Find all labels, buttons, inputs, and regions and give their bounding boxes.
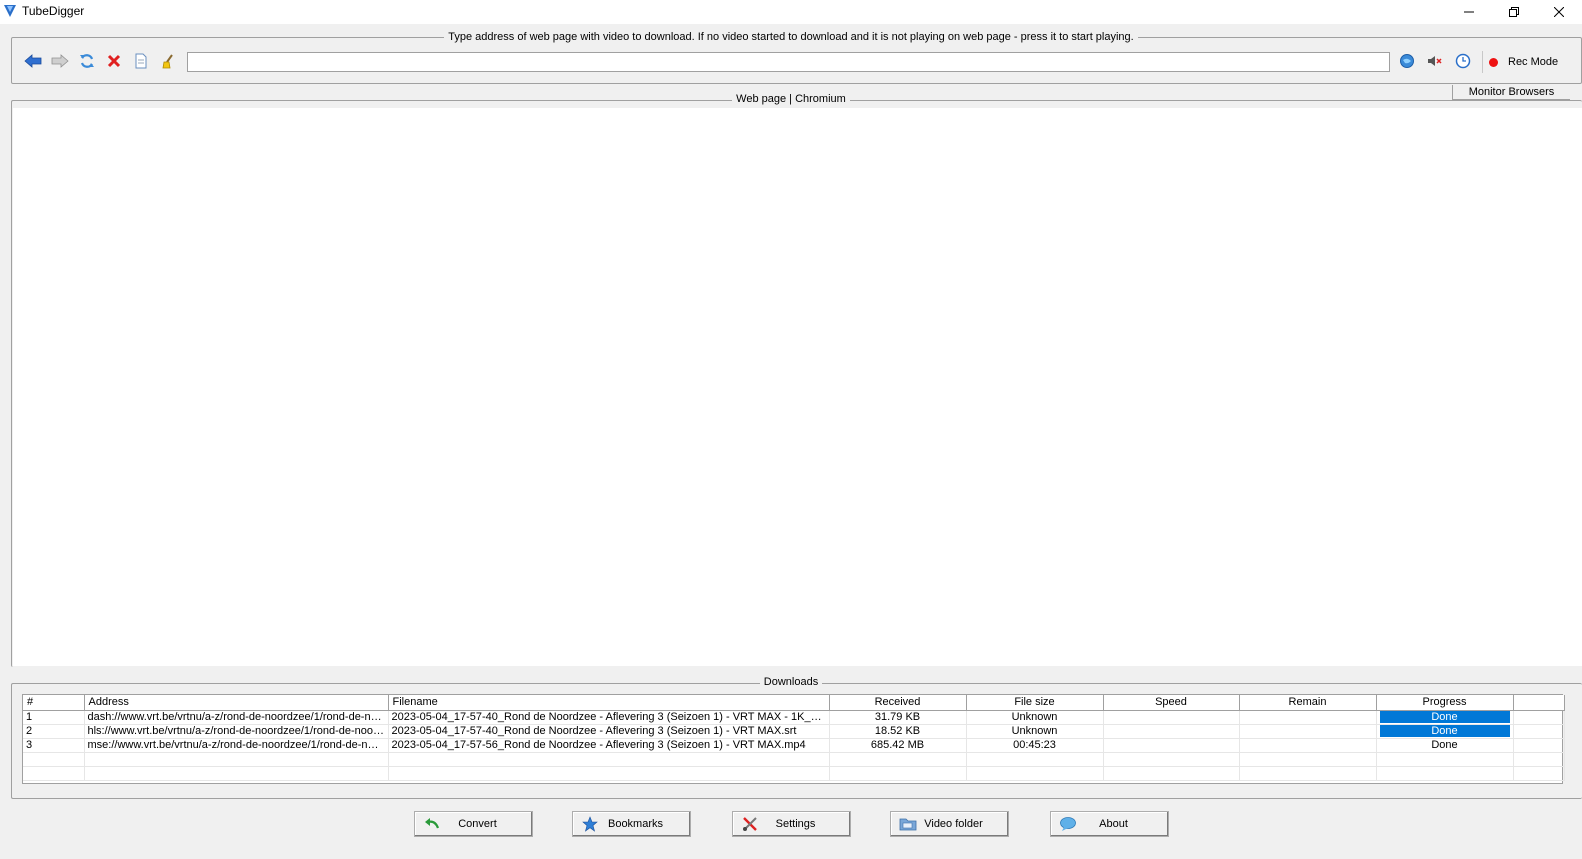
video-folder-label: Video folder: [924, 818, 983, 830]
settings-label: Settings: [775, 818, 816, 830]
monitor-browsers-button[interactable]: Monitor Browsers: [1452, 85, 1570, 100]
cell-filename: 2023-05-04_17-57-56_Rond de Noordzee - A…: [388, 738, 830, 753]
cell-progress: Done: [1376, 724, 1514, 739]
stop-icon[interactable]: [104, 51, 124, 71]
convert-icon: [421, 813, 443, 835]
tools-icon: [739, 813, 761, 835]
progress-text: Done: [1431, 739, 1458, 751]
cell-remain: [1239, 710, 1377, 725]
about-label: About: [1099, 818, 1128, 830]
cell-received: 18.52 KB: [829, 724, 967, 739]
cell-received: 31.79 KB: [829, 710, 967, 725]
convert-button[interactable]: Convert: [414, 811, 533, 837]
cell-filesize: 00:45:23: [966, 738, 1104, 753]
col-header-received[interactable]: Received: [829, 695, 967, 711]
empty-row: [23, 766, 1565, 781]
app-logo-icon: [2, 3, 18, 19]
downloads-table[interactable]: # Address Filename Received File size Sp…: [22, 694, 1565, 784]
cell-filename: 2023-05-04_17-57-40_Rond de Noordzee - A…: [388, 724, 830, 739]
col-header-speed[interactable]: Speed: [1103, 695, 1240, 711]
browser-legend: Web page | Chromium: [732, 93, 850, 105]
cell-address: dash://www.vrt.be/vrtnu/a-z/rond-de-noor…: [84, 710, 389, 725]
refresh-icon[interactable]: [77, 51, 97, 71]
maximize-button[interactable]: [1491, 0, 1537, 24]
folder-icon: [897, 813, 919, 835]
progress-bar: Done: [1379, 711, 1510, 723]
globe-icon[interactable]: [1397, 51, 1417, 71]
rec-mode-label: Rec Mode: [1508, 56, 1559, 68]
record-dot-icon: [1489, 57, 1498, 67]
col-header-filename[interactable]: Filename: [388, 695, 830, 711]
cell-address: mse://www.vrt.be/vrtnu/a-z/rond-de-noord…: [84, 738, 389, 753]
toolbar-legend: Type address of web page with video to d…: [444, 31, 1138, 43]
col-header-address[interactable]: Address: [84, 695, 389, 711]
close-button[interactable]: [1536, 0, 1582, 24]
video-folder-button[interactable]: Video folder: [890, 811, 1009, 837]
clear-icon[interactable]: [158, 51, 178, 71]
cell-speed: [1103, 710, 1240, 725]
convert-label: Convert: [458, 818, 497, 830]
about-button[interactable]: About: [1050, 811, 1169, 837]
cell-num: 2: [23, 724, 85, 739]
cell-received: 685.42 MB: [829, 738, 967, 753]
cell-speed: [1103, 724, 1240, 739]
back-icon[interactable]: [23, 51, 43, 71]
cell-num: 3: [23, 738, 85, 753]
forward-icon[interactable]: [50, 51, 70, 71]
empty-row: [23, 752, 1565, 767]
col-header-spacer: [1513, 695, 1565, 711]
window-title: TubeDigger: [22, 4, 85, 18]
col-header-num[interactable]: #: [23, 695, 85, 711]
bookmarks-label: Bookmarks: [607, 818, 664, 830]
settings-button[interactable]: Settings: [732, 811, 851, 837]
col-header-filesize[interactable]: File size: [966, 695, 1104, 711]
cell-filename: 2023-05-04_17-57-40_Rond de Noordzee - A…: [388, 710, 830, 725]
table-row[interactable]: 3 mse://www.vrt.be/vrtnu/a-z/rond-de-noo…: [23, 738, 1565, 753]
cell-remain: [1239, 724, 1377, 739]
cell-remain: [1239, 738, 1377, 753]
cell-num: 1: [23, 710, 85, 725]
chat-bubble-icon: [1057, 813, 1079, 835]
speaker-icon[interactable]: [1425, 51, 1445, 71]
star-icon: [579, 813, 601, 835]
minimize-button[interactable]: [1446, 0, 1492, 24]
downloads-legend: Downloads: [759, 676, 823, 688]
progress-bar: Done: [1379, 725, 1510, 737]
cell-filesize: Unknown: [966, 710, 1104, 725]
cell-progress: Done: [1376, 738, 1514, 753]
clock-icon[interactable]: [1453, 51, 1473, 71]
table-row[interactable]: 2 hls://www.vrt.be/vrtnu/a-z/rond-de-noo…: [23, 724, 1565, 739]
bookmarks-button[interactable]: Bookmarks: [572, 811, 691, 837]
cell-speed: [1103, 738, 1240, 753]
page-icon[interactable]: [131, 51, 151, 71]
table-row[interactable]: 1 dash://www.vrt.be/vrtnu/a-z/rond-de-no…: [23, 710, 1565, 725]
rec-mode-button[interactable]: Rec Mode: [1482, 51, 1568, 73]
browser-view[interactable]: [13, 108, 1582, 666]
col-header-remain[interactable]: Remain: [1239, 695, 1377, 711]
cell-address: hls://www.vrt.be/vrtnu/a-z/rond-de-noord…: [84, 724, 389, 739]
cell-filesize: Unknown: [966, 724, 1104, 739]
url-input[interactable]: [187, 52, 1390, 72]
col-header-progress[interactable]: Progress: [1376, 695, 1514, 711]
title-bar[interactable]: TubeDigger: [0, 0, 1582, 24]
table-header-row: # Address Filename Received File size Sp…: [23, 695, 1565, 711]
cell-progress: Done: [1376, 710, 1514, 725]
